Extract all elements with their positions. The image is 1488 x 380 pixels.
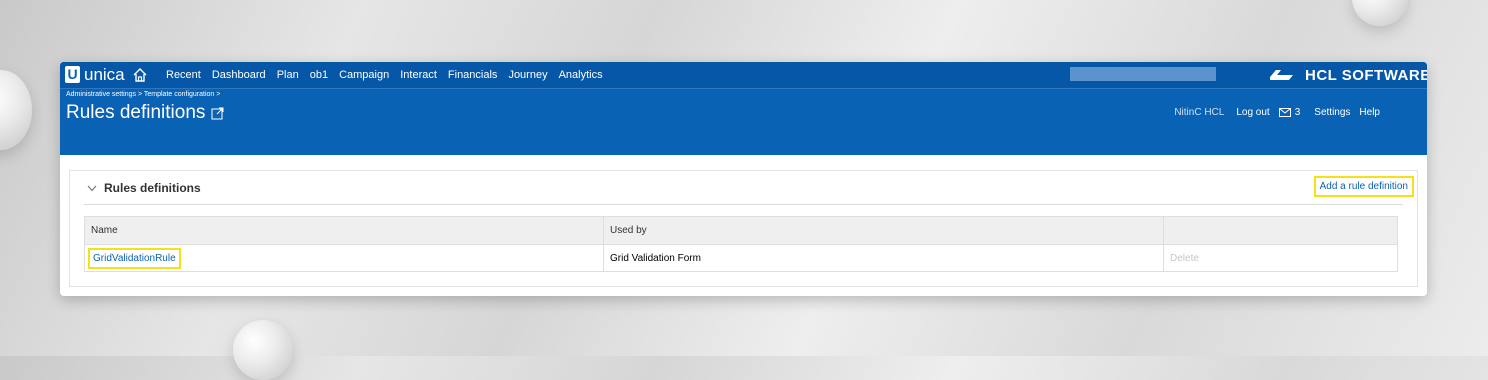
app-logo-text[interactable]: unica — [84, 65, 125, 85]
page-title: Rules definitions — [66, 102, 206, 123]
rules-table: Name Used by GridValidationRule Grid Val… — [84, 216, 1398, 272]
mail-icon[interactable] — [1278, 108, 1291, 117]
nav-item-financials[interactable]: Financials — [448, 69, 498, 81]
column-header-actions — [1164, 217, 1397, 244]
search-input[interactable] — [1070, 67, 1216, 81]
rules-definitions-panel: Rules definitions Add a rule definition … — [69, 170, 1418, 287]
cell-used-by: Grid Validation Form — [604, 245, 1164, 271]
hcl-logo-icon — [1270, 70, 1293, 80]
divider — [84, 204, 1403, 205]
nav-item-interact[interactable]: Interact — [400, 69, 437, 81]
delete-link[interactable]: Delete — [1170, 253, 1199, 264]
panel-title: Rules definitions — [104, 181, 201, 195]
column-header-name[interactable]: Name — [85, 217, 604, 244]
brand-text: HCL SOFTWARE — [1305, 66, 1427, 84]
nav-item-recent[interactable]: Recent — [166, 69, 201, 81]
decorative-sphere — [0, 70, 32, 150]
unica-logo-icon[interactable]: U — [65, 66, 80, 83]
chevron-down-icon[interactable] — [87, 185, 97, 192]
breadcrumb[interactable]: Administrative settings > Template confi… — [66, 91, 220, 98]
nav-item-plan[interactable]: Plan — [277, 69, 299, 81]
table-row: GridValidationRule Grid Validation Form … — [85, 245, 1397, 271]
user-bar: NitinC HCL Log out 3 Settings Help — [1174, 107, 1389, 118]
nav-item-journey[interactable]: Journey — [508, 69, 547, 81]
column-header-used-by[interactable]: Used by — [604, 217, 1164, 244]
page-title-wrapper: Rules definitions — [66, 102, 224, 124]
logout-link[interactable]: Log out — [1236, 107, 1269, 118]
nav-item-analytics[interactable]: Analytics — [559, 69, 603, 81]
decorative-sphere — [1352, 0, 1408, 26]
header: U unica Recent Dashboard Plan ob1 Campai… — [60, 62, 1427, 155]
table-header: Name Used by — [85, 217, 1397, 245]
cell-action: Delete — [1164, 245, 1397, 271]
external-link-icon[interactable] — [211, 107, 224, 120]
top-navigation-bar: U unica Recent Dashboard Plan ob1 Campai… — [60, 62, 1427, 89]
settings-link[interactable]: Settings — [1314, 107, 1350, 118]
cell-name: GridValidationRule — [85, 245, 604, 271]
nav-item-ob1[interactable]: ob1 — [310, 69, 328, 81]
user-name[interactable]: NitinC HCL — [1174, 107, 1224, 118]
nav-item-campaign[interactable]: Campaign — [339, 69, 389, 81]
hcl-brand: HCL SOFTWARE — [1268, 65, 1427, 85]
panel-header[interactable]: Rules definitions Add a rule definition — [70, 171, 1417, 207]
app-window: U unica Recent Dashboard Plan ob1 Campai… — [60, 62, 1427, 296]
add-rule-definition-link[interactable]: Add a rule definition — [1313, 176, 1414, 197]
mail-count[interactable]: 3 — [1295, 107, 1301, 118]
home-icon[interactable] — [132, 67, 148, 83]
main-nav: Recent Dashboard Plan ob1 Campaign Inter… — [166, 62, 614, 88]
rule-name-link[interactable]: GridValidationRule — [88, 247, 181, 269]
help-link[interactable]: Help — [1359, 107, 1380, 118]
nav-item-dashboard[interactable]: Dashboard — [212, 69, 266, 81]
decorative-sphere — [233, 320, 293, 380]
